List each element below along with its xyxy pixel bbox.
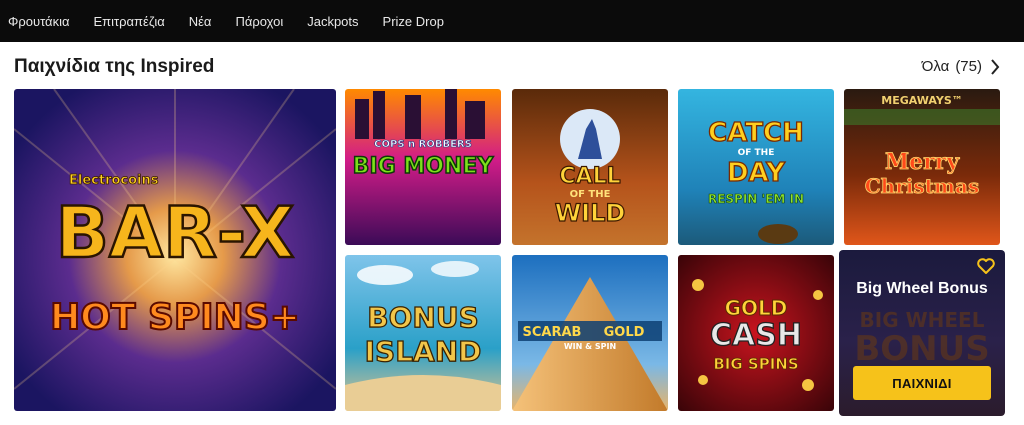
view-all-label: Όλα [921, 58, 950, 75]
art-line-big-money: BIG MONEY [353, 154, 495, 179]
nav-item-new[interactable]: Νέα [189, 14, 212, 29]
chevron-right-icon [991, 58, 1000, 75]
game-tile-call-of-the-wild[interactable]: CALL OF THE WILD [512, 89, 668, 245]
art-line-day: DAY [727, 158, 786, 188]
art-line-bar-x: BAR-X [56, 192, 295, 274]
game-tile-merry-christmas[interactable]: MEGAWAYS™ Merry Christmas [844, 89, 1000, 245]
art-line-catch: CATCH [708, 118, 804, 148]
art-line-win-spin: WIN & SPIN [564, 342, 616, 351]
game-tile-bar-x-hot-spins[interactable]: Electrocoins BAR-X HOT SPINS+ [14, 89, 336, 411]
art-line-bonus: BONUS [367, 301, 478, 334]
top-navigation: Φρουτάκια Επιτραπέζια Νέα Πάροχοι Jackpo… [0, 0, 1024, 42]
game-tile-big-wheel-bonus[interactable]: BIG WHEEL BONUS Big Wheel Bonus ΠΑΙΧΝΙΔΙ [839, 250, 1005, 416]
art-line-hot-spins: HOT SPINS+ [50, 297, 300, 338]
game-art-gold-cash: GOLD CASH BIG SPINS [678, 255, 834, 411]
game-art-bar-x: Electrocoins BAR-X HOT SPINS+ [14, 89, 336, 411]
nav-item-prize-drop[interactable]: Prize Drop [383, 14, 444, 29]
game-tile-big-money[interactable]: COPS n ROBBERS BIG MONEY [345, 89, 501, 245]
section-title: Παιχνίδια της Inspired [14, 56, 215, 77]
art-line-call: CALL [559, 164, 620, 189]
game-tile-bonus-island[interactable]: BONUS ISLAND [345, 255, 501, 411]
art-line-wild: WILD [555, 199, 626, 227]
game-art-merry-christmas: MEGAWAYS™ Merry Christmas [844, 89, 1000, 245]
art-line-megaways: MEGAWAYS™ [881, 94, 963, 107]
game-tile-gold-cash[interactable]: GOLD CASH BIG SPINS [678, 255, 834, 411]
art-line-gold-word: GOLD [725, 296, 788, 320]
play-button[interactable]: ΠΑΙΧΝΙΔΙ [853, 366, 991, 400]
game-art-big-wheel: BIG WHEEL BONUS [839, 308, 1005, 366]
game-art-scarab-gold: SCARAB GOLD WIN & SPIN [512, 255, 668, 411]
game-art-bonus-island: BONUS ISLAND [345, 255, 501, 411]
art-line-electrocoins: Electrocoins [69, 173, 159, 188]
art-line-cops-robbers: COPS n ROBBERS [374, 139, 472, 150]
art-line-island: ISLAND [365, 335, 482, 368]
art-line-cash: CASH [710, 318, 802, 353]
nav-item-fruit-slots[interactable]: Φρουτάκια [8, 14, 69, 29]
art-line-gold: GOLD [604, 325, 645, 340]
favorite-heart-icon[interactable] [977, 258, 995, 274]
game-art-catch-of-the-day: CATCH OF THE DAY RESPIN 'EM IN [678, 89, 834, 245]
view-all-link[interactable]: Όλα (75) [922, 58, 1000, 75]
art-line-of-the-day-small: OF THE [738, 148, 775, 158]
game-tile-scarab-gold[interactable]: SCARAB GOLD WIN & SPIN [512, 255, 668, 411]
nav-item-jackpots[interactable]: Jackpots [307, 14, 358, 29]
game-art-call-of-the-wild: CALL OF THE WILD [512, 89, 668, 245]
game-art-big-money: COPS n ROBBERS BIG MONEY [345, 89, 501, 245]
art-line-respin: RESPIN 'EM IN [708, 192, 804, 206]
art-line-christmas: Christmas [865, 174, 979, 198]
game-tile-catch-of-the-day[interactable]: CATCH OF THE DAY RESPIN 'EM IN [678, 89, 834, 245]
nav-item-providers[interactable]: Πάροχοι [235, 14, 283, 29]
nav-item-table-games[interactable]: Επιτραπέζια [93, 14, 164, 29]
game-name: Big Wheel Bonus [856, 280, 988, 297]
art-line-bonus-bg: BONUS [854, 329, 990, 369]
art-line-merry: Merry [885, 149, 961, 175]
art-line-scarab: SCARAB [523, 325, 582, 340]
view-all-count: (75) [955, 58, 982, 75]
art-line-big-spins: BIG SPINS [713, 355, 798, 373]
